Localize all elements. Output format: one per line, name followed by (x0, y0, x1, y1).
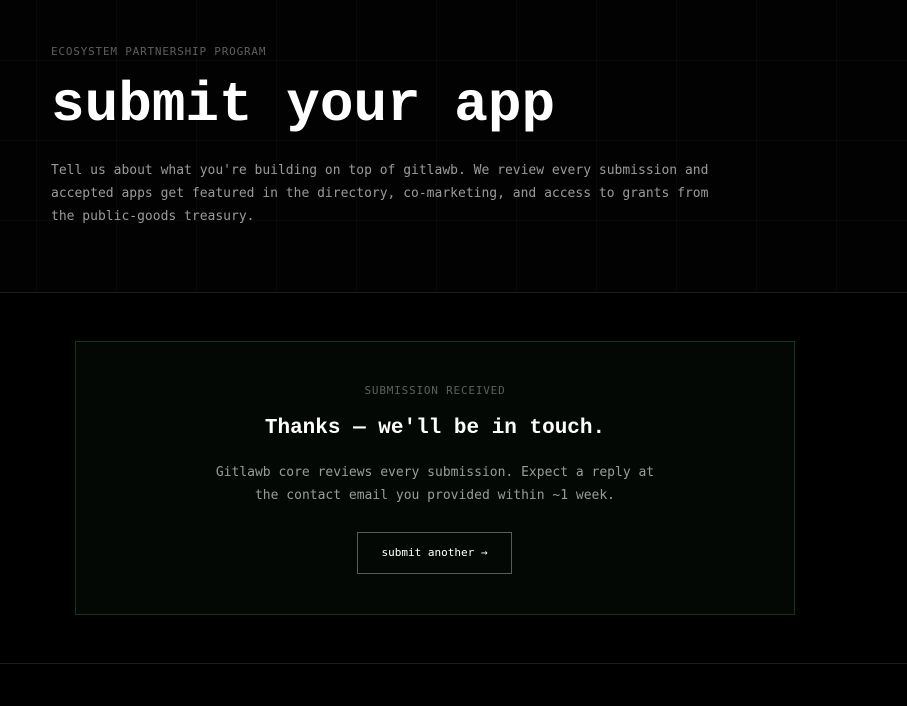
confirmation-message: Gitlawb core reviews every submission. E… (215, 465, 655, 503)
hero-description: Tell us about what you're building on to… (51, 163, 709, 224)
submit-another-button[interactable]: submit another → (357, 532, 512, 574)
confirmation-eyebrow: SUBMISSION RECEIVED (364, 384, 506, 397)
confirmation-title: Thanks — we'll be in touch. (264, 417, 606, 440)
submission-confirmation-card: SUBMISSION RECEIVED Thanks — we'll be in… (75, 341, 795, 615)
footer-divider (0, 663, 907, 664)
section-divider (0, 292, 907, 293)
hero-section: ECOSYSTEM PARTNERSHIP PROGRAM submit you… (0, 0, 907, 292)
page-title: submit your app (51, 73, 556, 137)
hero-eyebrow: ECOSYSTEM PARTNERSHIP PROGRAM (51, 45, 267, 58)
